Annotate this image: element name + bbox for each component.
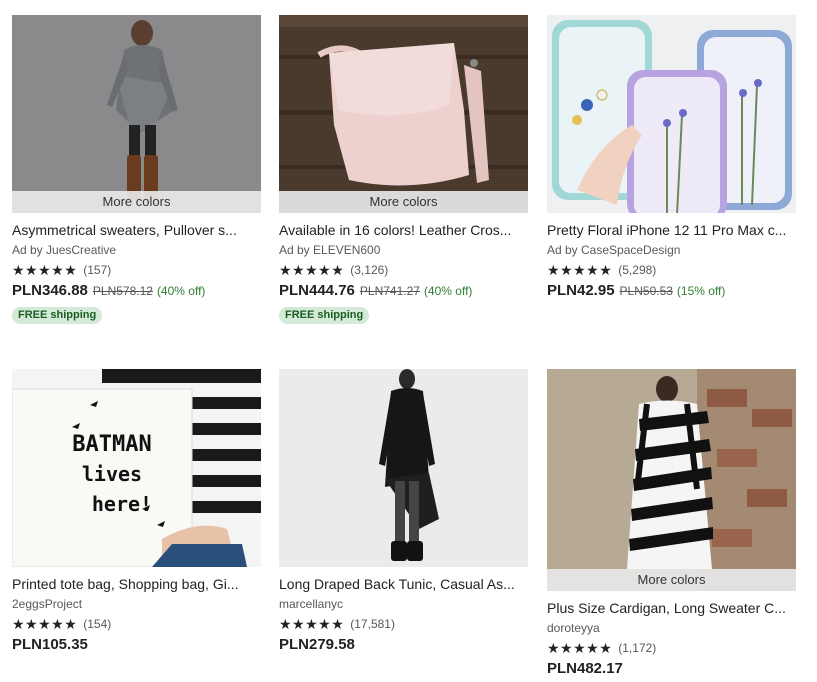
sale-price: PLN444.76 [279, 282, 355, 299]
review-count: (3,126) [350, 263, 389, 277]
original-price: PLN741.27 [359, 284, 420, 298]
price-row: PLN444.76 PLN741.27 (40% off) [279, 282, 528, 299]
leather-bag-photo [279, 15, 528, 213]
star-rating-icon: ★★★★★ [12, 262, 78, 278]
listing-title[interactable]: Printed tote bag, Shopping bag, Gi... [12, 575, 261, 593]
star-rating-icon: ★★★★★ [279, 616, 345, 632]
listing-title[interactable]: Plus Size Cardigan, Long Sweater C... [547, 599, 796, 617]
tote-bag-photo: BATMAN lives here! [12, 369, 261, 567]
listing-seller: 2eggsProject [12, 597, 83, 611]
listing-title[interactable]: Pretty Floral iPhone 12 11 Pro Max c... [547, 221, 796, 239]
tote-print-line-3: here! [92, 492, 152, 516]
phone-case-photo [547, 15, 796, 213]
listing-image[interactable]: More colors [547, 369, 796, 591]
tote-print-line-1: BATMAN [72, 432, 151, 457]
sale-price: PLN279.58 [279, 636, 355, 653]
star-rating-icon: ★★★★★ [12, 616, 78, 632]
more-colors-label: More colors [279, 191, 528, 213]
price-row: PLN105.35 [12, 636, 261, 653]
listing-image[interactable] [547, 15, 796, 213]
listing-title[interactable]: Asymmetrical sweaters, Pullover s... [12, 221, 261, 239]
discount-label: (40% off) [156, 284, 206, 298]
star-rating-icon: ★★★★★ [279, 262, 345, 278]
review-count: (1,172) [618, 641, 657, 655]
listing-seller: Ad by CaseSpaceDesign [547, 243, 681, 257]
listing-card[interactable]: More colors Asymmetrical sweaters, Pullo… [12, 15, 261, 324]
price-row: PLN42.95 PLN50.53 (15% off) [547, 282, 796, 299]
discount-label: (40% off) [423, 284, 473, 298]
free-shipping-badge: FREE shipping [12, 307, 103, 324]
listing-card[interactable]: More colors Available in 16 colors! Leat… [279, 15, 528, 324]
sale-price: PLN346.88 [12, 282, 88, 299]
sweater-photo [12, 15, 261, 213]
listing-seller: marcellanyc [279, 597, 344, 611]
listing-rating: ★★★★★ (5,298) [547, 263, 796, 277]
listing-image[interactable]: More colors [12, 15, 261, 213]
discount-label: (15% off) [676, 284, 726, 298]
review-count: (17,581) [350, 617, 395, 631]
listing-seller: Ad by JuesCreative [12, 243, 117, 257]
listing-rating: ★★★★★ (1,172) [547, 641, 796, 655]
listing-title[interactable]: Available in 16 colors! Leather Cros... [279, 221, 528, 239]
listing-image[interactable]: BATMAN lives here! [12, 369, 261, 567]
original-price: PLN578.12 [92, 284, 153, 298]
review-count: (157) [83, 263, 112, 277]
star-rating-icon: ★★★★★ [547, 640, 613, 656]
tunic-photo [279, 369, 528, 567]
tote-print-line-2: lives [82, 462, 142, 486]
cardigan-photo [547, 369, 796, 591]
listing-image[interactable]: More colors [279, 15, 528, 213]
listing-card[interactable]: BATMAN lives here! Printed tote bag, Sho… [12, 369, 261, 653]
more-colors-label: More colors [12, 191, 261, 213]
listing-rating: ★★★★★ (157) [12, 263, 261, 277]
free-shipping-badge: FREE shipping [279, 307, 370, 324]
review-count: (154) [83, 617, 112, 631]
review-count: (5,298) [618, 263, 657, 277]
listing-image[interactable] [279, 369, 528, 567]
star-rating-icon: ★★★★★ [547, 262, 613, 278]
price-row: PLN482.17 [547, 660, 796, 677]
listing-rating: ★★★★★ (154) [12, 617, 261, 631]
sale-price: PLN42.95 [547, 282, 615, 299]
sale-price: PLN105.35 [12, 636, 88, 653]
listing-card[interactable]: Long Draped Back Tunic, Casual As... mar… [279, 369, 528, 653]
listing-card[interactable]: More colors Plus Size Cardigan, Long Swe… [547, 369, 796, 677]
price-row: PLN346.88 PLN578.12 (40% off) [12, 282, 261, 299]
listing-seller: Ad by ELEVEN600 [279, 243, 381, 257]
original-price: PLN50.53 [619, 284, 673, 298]
price-row: PLN279.58 [279, 636, 528, 653]
sale-price: PLN482.17 [547, 660, 623, 677]
listing-seller: doroteyya [547, 621, 600, 635]
listing-rating: ★★★★★ (3,126) [279, 263, 528, 277]
listing-card[interactable]: Pretty Floral iPhone 12 11 Pro Max c... … [547, 15, 796, 299]
listing-rating: ★★★★★ (17,581) [279, 617, 528, 631]
more-colors-label: More colors [547, 569, 796, 591]
listing-title[interactable]: Long Draped Back Tunic, Casual As... [279, 575, 528, 593]
